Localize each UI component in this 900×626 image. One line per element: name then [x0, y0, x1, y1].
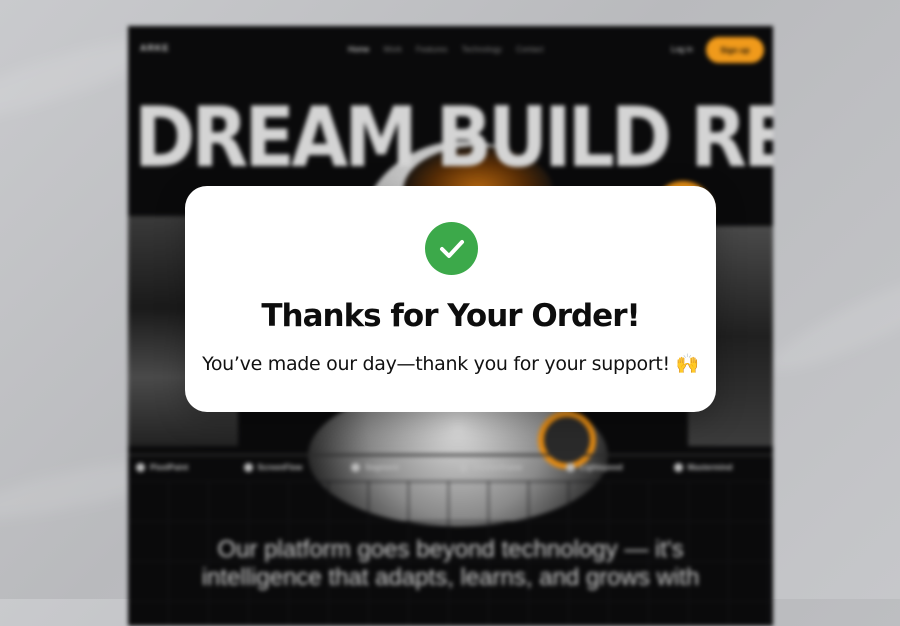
- site-logo[interactable]: ARKE: [140, 43, 170, 53]
- checkmark-icon: [439, 239, 464, 258]
- check-circle-icon: [425, 222, 478, 275]
- pixelpaint-logo-icon: [136, 462, 145, 472]
- modal-message: You’ve made our day—thank you for your s…: [202, 353, 699, 375]
- sign-in-link[interactable]: Log in: [671, 45, 693, 54]
- nav-link-features[interactable]: Features: [416, 45, 448, 54]
- partner-logo: Lightspeed: [558, 462, 666, 472]
- partner-logo: PixelPaint: [128, 462, 236, 472]
- sign-up-button[interactable]: Sign up: [706, 37, 764, 63]
- partner-name: ScreenFlow: [257, 462, 303, 472]
- shutterframe-logo-icon: [458, 462, 468, 472]
- partner-name: Mastermind: [687, 462, 733, 472]
- partner-name: Shutterframe: [472, 462, 523, 472]
- order-confirmation-modal: Thanks for Your Order! You’ve made our d…: [185, 186, 716, 412]
- background-streak: [761, 255, 900, 385]
- nav-link-work[interactable]: Work: [383, 45, 402, 54]
- partner-name: PixelPaint: [150, 462, 189, 472]
- site-navbar: ARKE Home Work Features Technology Conta…: [128, 26, 773, 76]
- mastermind-logo-icon: [673, 462, 683, 472]
- nav-links: Home Work Features Technology Contact: [348, 45, 544, 54]
- partner-name: Segment: [365, 462, 399, 472]
- segment-logo-icon: [351, 462, 360, 472]
- hero-title: DREAM BUILD REALITY: [134, 90, 773, 187]
- nav-link-technology[interactable]: Technology: [461, 45, 501, 54]
- nav-link-contact[interactable]: Contact: [516, 45, 544, 54]
- screenflow-logo-icon: [243, 462, 253, 472]
- lightspeed-logo-icon: [566, 462, 575, 472]
- partner-logo: ScreenFlow: [236, 462, 344, 472]
- partner-logo: Segment: [343, 462, 451, 472]
- partner-logo: Shutterframe: [451, 462, 559, 472]
- partner-logo: Mastermind: [666, 462, 774, 472]
- partner-logos-strip: PixelPaint ScreenFlow Segment Shutterfra…: [128, 456, 773, 478]
- platform-tagline: Our platform goes beyond technology — it…: [201, 536, 700, 591]
- nav-link-home[interactable]: Home: [348, 45, 369, 54]
- partner-name: Lightspeed: [580, 462, 623, 472]
- modal-title: Thanks for Your Order!: [261, 298, 640, 334]
